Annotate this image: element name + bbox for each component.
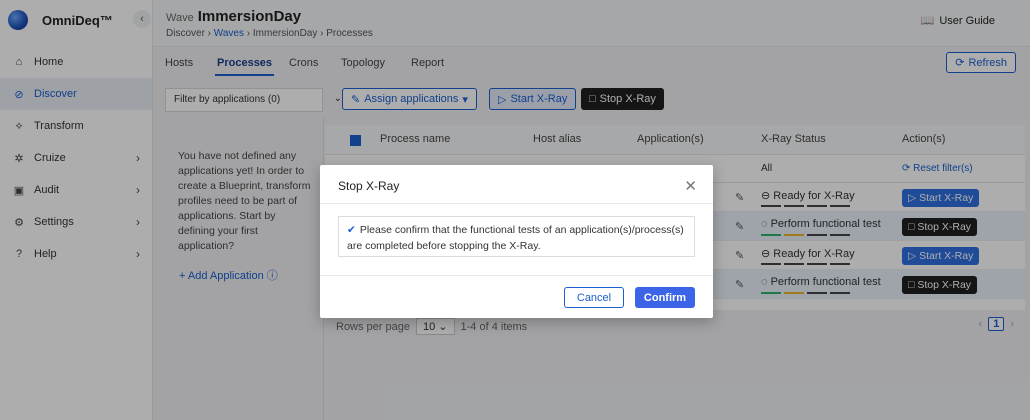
cancel-button[interactable]: Cancel bbox=[564, 287, 624, 308]
close-icon[interactable]: ✕ bbox=[684, 177, 697, 195]
stop-xray-dialog: Stop X-Ray ✕ ✔ Please confirm that the fu… bbox=[320, 165, 713, 318]
confirm-button[interactable]: Confirm bbox=[635, 287, 695, 308]
check-icon: ✔ bbox=[347, 224, 356, 236]
dialog-message-text: Please confirm that the functional tests… bbox=[347, 224, 684, 252]
dialog-message: ✔ Please confirm that the functional test… bbox=[338, 216, 695, 257]
divider bbox=[320, 203, 713, 204]
divider bbox=[320, 275, 713, 276]
dialog-title: Stop X-Ray bbox=[338, 179, 400, 193]
